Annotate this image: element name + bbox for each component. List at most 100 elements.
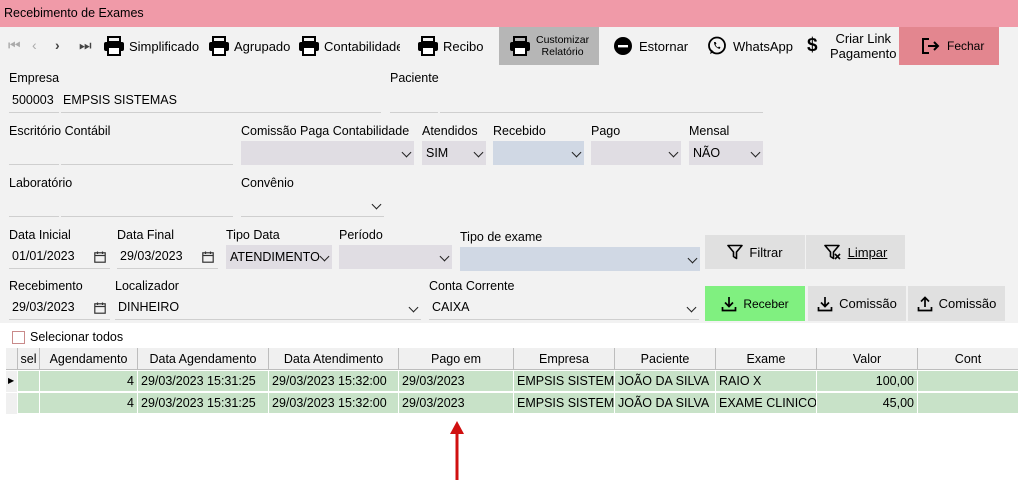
chevron-down-icon: [687, 253, 698, 264]
header-agendamento[interactable]: Agendamento: [40, 348, 138, 370]
checkbox-box[interactable]: [12, 330, 25, 344]
table-row[interactable]: 4 29/03/2023 15:31:25 29/03/2023 15:32:0…: [6, 393, 1018, 414]
tipo-exame-label: Tipo de exame: [460, 230, 543, 244]
periodo-select[interactable]: [339, 245, 452, 269]
agendamento-cell: 4: [40, 393, 138, 414]
chevron-down-icon: [401, 147, 412, 158]
paciente-name-field[interactable]: [440, 89, 763, 113]
exame-cell: EXAME CLINICO O: [716, 393, 817, 414]
empresa-cell: EMPSIS SISTEMAS: [514, 371, 615, 392]
header-data-atendimento[interactable]: Data Atendimento: [269, 348, 399, 370]
data-inicial-field[interactable]: 01/01/2023: [9, 245, 110, 269]
paciente-cell: JOÃO DA SILVA: [615, 393, 716, 414]
printer-icon: [510, 36, 530, 56]
agrupado-button[interactable]: Agrupado: [208, 27, 294, 65]
contabilidade-button[interactable]: Contabilidade: [298, 27, 400, 65]
receber-label: Receber: [743, 296, 789, 311]
estornar-label: Estornar: [639, 38, 689, 54]
next-record-icon[interactable]: ›: [55, 37, 60, 53]
sel-cell[interactable]: [18, 393, 40, 414]
comissao-paga-select[interactable]: [241, 141, 414, 165]
mensal-select[interactable]: NÃO: [689, 141, 763, 165]
current-row-icon: ▶: [6, 371, 18, 392]
whatsapp-button[interactable]: WhatsApp: [707, 27, 795, 65]
localizador-value: DINHEIRO: [118, 300, 180, 314]
tipo-exame-select[interactable]: [460, 247, 700, 271]
first-record-icon[interactable]: ⏮: [8, 37, 21, 54]
comissao-upload-button[interactable]: Comissão: [908, 286, 1005, 321]
window-title: Recebimento de Exames: [0, 0, 1018, 27]
paciente-label: Paciente: [390, 71, 439, 85]
escritorio-name-field[interactable]: [61, 141, 233, 165]
header-empresa[interactable]: Empresa: [514, 348, 615, 370]
data-final-value: 29/03/2023: [120, 249, 183, 263]
data-final-field[interactable]: 29/03/2023: [117, 245, 218, 269]
fechar-button[interactable]: Fechar: [899, 27, 999, 65]
limpar-button[interactable]: Limpar: [806, 235, 905, 269]
select-all-checkbox[interactable]: Selecionar todos: [12, 330, 123, 344]
recebimento-label: Recebimento: [9, 279, 83, 293]
download-icon: [721, 296, 737, 311]
localizador-select[interactable]: DINHEIRO: [115, 296, 421, 320]
receber-button[interactable]: Receber: [705, 286, 805, 321]
header-exame[interactable]: Exame: [716, 348, 817, 370]
calendar-icon[interactable]: [94, 302, 106, 314]
tipo-data-select[interactable]: ATENDIMENTO: [226, 245, 332, 269]
comissao-paga-label: Comissão Paga Contabilidade: [241, 124, 410, 138]
simplificado-button[interactable]: Simplificado: [103, 27, 199, 65]
contabilidade-label: Contabilidade: [324, 38, 400, 54]
header-sel[interactable]: sel: [18, 348, 40, 370]
comissao-download-button[interactable]: Comissão: [808, 286, 906, 321]
header-cont[interactable]: Cont: [918, 348, 1018, 370]
header-valor[interactable]: Valor: [817, 348, 918, 370]
comissao-upload-label: Comissão: [938, 296, 997, 311]
printer-icon: [209, 36, 229, 56]
valor-cell: 100,00: [817, 371, 918, 392]
atendidos-label: Atendidos: [422, 124, 478, 138]
atendidos-select[interactable]: SIM: [422, 141, 486, 165]
escritorio-code-field[interactable]: [9, 141, 59, 165]
data-inicial-label: Data Inicial: [9, 228, 71, 242]
empresa-label: Empresa: [9, 71, 60, 85]
last-record-icon[interactable]: ⏭: [79, 37, 92, 54]
calendar-icon[interactable]: [202, 251, 214, 263]
empresa-name-field[interactable]: EMPSIS SISTEMAS: [61, 89, 381, 113]
cont-cell: [918, 371, 1018, 392]
sel-cell[interactable]: [18, 371, 40, 392]
table-row[interactable]: ▶ 4 29/03/2023 15:31:25 29/03/2023 15:32…: [6, 371, 1018, 392]
criar-link-line2: Pagamento: [830, 46, 897, 61]
laboratorio-name-field[interactable]: [61, 193, 233, 217]
printer-icon: [299, 36, 319, 56]
criar-link-line1: Criar Link: [835, 31, 892, 46]
header-data-agendamento[interactable]: Data Agendamento: [138, 348, 269, 370]
previous-record-icon[interactable]: ‹: [32, 37, 37, 53]
red-arrow-annotation: [450, 421, 464, 480]
recebido-select[interactable]: [493, 141, 584, 165]
chevron-down-icon: [371, 199, 382, 210]
dollar-icon: $: [807, 35, 818, 56]
printer-icon: [104, 36, 124, 56]
header-pago-em[interactable]: Pago em: [399, 348, 514, 370]
customizar-relatorio-button[interactable]: Customizar Relatório: [499, 27, 599, 65]
header-paciente[interactable]: Paciente: [615, 348, 716, 370]
empresa-code-field[interactable]: 500003: [9, 89, 59, 113]
recibo-button[interactable]: Recibo: [417, 27, 487, 65]
select-all-label: Selecionar todos: [30, 330, 124, 344]
laboratorio-code-field[interactable]: [9, 193, 59, 217]
pago-label: Pago: [591, 124, 621, 138]
exit-icon: [922, 38, 940, 54]
conta-corrente-select[interactable]: CAIXA: [429, 296, 699, 320]
filter-icon: [727, 244, 744, 260]
paciente-code-field[interactable]: [390, 89, 438, 113]
criar-link-pagamento-button[interactable]: $ Criar Link Pagamento: [807, 27, 897, 65]
chevron-down-icon: [571, 147, 582, 158]
filtrar-button[interactable]: Filtrar: [705, 235, 805, 269]
pago-select[interactable]: [591, 141, 681, 165]
estornar-button[interactable]: Estornar: [613, 27, 693, 65]
calendar-icon[interactable]: [94, 251, 106, 263]
recibo-label: Recibo: [443, 38, 484, 54]
conta-corrente-label: Conta Corrente: [429, 279, 515, 293]
data-agendamento-cell: 29/03/2023 15:31:25: [138, 393, 269, 414]
recebimento-field[interactable]: 29/03/2023: [9, 296, 110, 320]
convenio-select[interactable]: [241, 193, 384, 217]
